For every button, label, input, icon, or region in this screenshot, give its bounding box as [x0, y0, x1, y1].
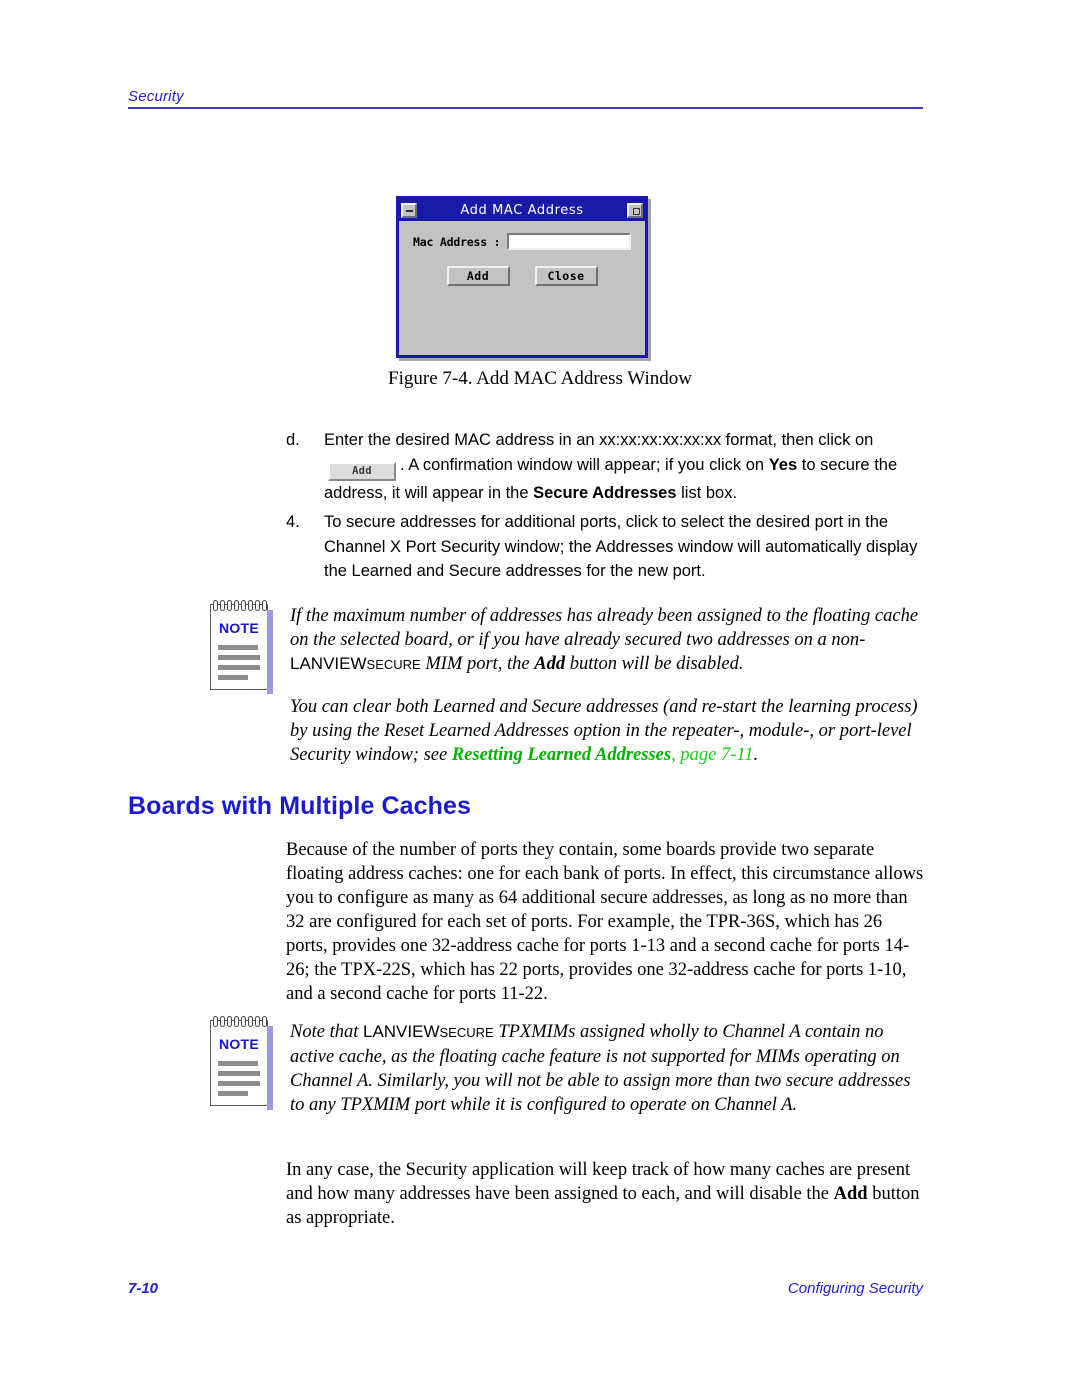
- note-paragraph-2: You can clear both Learned and Secure ad…: [290, 695, 926, 767]
- step-bold-yes: Yes: [768, 455, 798, 474]
- step-text: To secure addresses for additional ports…: [324, 513, 918, 580]
- note-text-part-1: Note that: [290, 1022, 359, 1042]
- section-paragraph: Because of the number of ports they cont…: [286, 840, 924, 1004]
- step-text-part-1: Enter the desired MAC address in an xx:x…: [324, 431, 874, 449]
- closing-part-1: In any case, the Security application wi…: [286, 1160, 911, 1204]
- add-mac-address-window: Add MAC Address Mac Address : Add Close: [396, 196, 648, 358]
- figure-add-mac-address: Add MAC Address Mac Address : Add Close: [396, 196, 648, 358]
- brand-sub: SECURE: [366, 657, 421, 672]
- note-lines-decoration: [218, 1061, 262, 1101]
- mac-address-input[interactable]: [507, 233, 631, 250]
- window-button-row: Add Close: [413, 266, 631, 286]
- page-footer: 7-10 Configuring Security: [128, 1280, 923, 1297]
- note-block-1: NOTE If the maximum number of addresses …: [210, 600, 926, 767]
- section-heading: Boards with Multiple Caches: [128, 792, 472, 820]
- note-p1-part-1: If the maximum number of addresses has a…: [290, 606, 919, 650]
- close-button[interactable]: Close: [534, 266, 598, 286]
- note-text: Note that LANVIEWSECURE TPXMIMs assigned…: [290, 1020, 926, 1117]
- note-badge-label: NOTE: [218, 1036, 260, 1052]
- window-title: Add MAC Address: [460, 202, 584, 218]
- brand-lanviewsecure: LANVIEWSECURE: [290, 654, 421, 673]
- add-button[interactable]: Add: [446, 266, 510, 286]
- window-titlebar: Add MAC Address: [399, 199, 645, 221]
- note-icon: NOTE: [210, 1016, 273, 1117]
- closing-paragraph: In any case, the Security application wi…: [286, 1158, 926, 1230]
- step-text-part-2: . A confirmation window will appear; if …: [400, 455, 765, 474]
- footer-page-number: 7-10: [128, 1280, 159, 1297]
- minimize-icon[interactable]: [401, 202, 417, 218]
- step-item-4: 4. To secure addresses for additional po…: [286, 510, 926, 584]
- spiral-binding-icon: [213, 600, 267, 612]
- note-icon: NOTE: [210, 600, 273, 767]
- note-p1-part-2: MIM port, the: [425, 654, 530, 674]
- mac-address-field-row: Mac Address :: [413, 233, 631, 250]
- note-p1-part-3: button will be disabled.: [569, 654, 744, 674]
- step-item-d: d. Enter the desired MAC address in an x…: [286, 428, 926, 505]
- closing-bold-add: Add: [833, 1184, 868, 1204]
- step-text: Enter the desired MAC address in an xx:x…: [324, 428, 926, 505]
- figure-caption: Figure 7-4. Add MAC Address Window: [388, 368, 692, 389]
- brand-sub: SECURE: [439, 1025, 494, 1040]
- header-divider: [128, 107, 923, 109]
- window-body: Mac Address : Add Close: [399, 221, 645, 286]
- note-lines-decoration: [218, 645, 262, 685]
- running-header: Security: [128, 88, 923, 109]
- note-p1-bold-add: Add: [534, 654, 566, 674]
- step-marker: 4.: [286, 513, 300, 531]
- note-p2-part-2: .: [753, 745, 759, 765]
- note-paragraph-1: Note that LANVIEWSECURE TPXMIMs assigned…: [290, 1020, 926, 1117]
- inline-add-button-graphic[interactable]: Add: [328, 461, 396, 481]
- maximize-icon[interactable]: [627, 202, 643, 218]
- note-text: If the maximum number of addresses has a…: [290, 604, 926, 767]
- running-header-title: Security: [128, 88, 184, 105]
- cross-reference-page[interactable]: , page 7-11: [671, 745, 753, 765]
- brand-lanviewsecure: LANVIEWSECURE: [363, 1022, 494, 1041]
- note-paragraph-1: If the maximum number of addresses has a…: [290, 604, 926, 677]
- step-bold-secure-addresses: Secure Addresses: [533, 483, 677, 502]
- brand-main: LANVIEW: [290, 654, 367, 673]
- note-badge-label: NOTE: [218, 620, 260, 636]
- step-text-part-4: list box.: [681, 483, 738, 502]
- brand-main: LANVIEW: [362, 1022, 440, 1041]
- mac-address-label: Mac Address :: [413, 234, 501, 249]
- cross-reference-link[interactable]: Resetting Learned Addresses: [452, 745, 671, 765]
- footer-doc-title: Configuring Security: [787, 1280, 923, 1297]
- spiral-binding-icon: [213, 1016, 267, 1028]
- step-marker: d.: [286, 431, 300, 449]
- note-block-2: NOTE Note that LANVIEWSECURE TPXMIMs ass…: [210, 1016, 926, 1117]
